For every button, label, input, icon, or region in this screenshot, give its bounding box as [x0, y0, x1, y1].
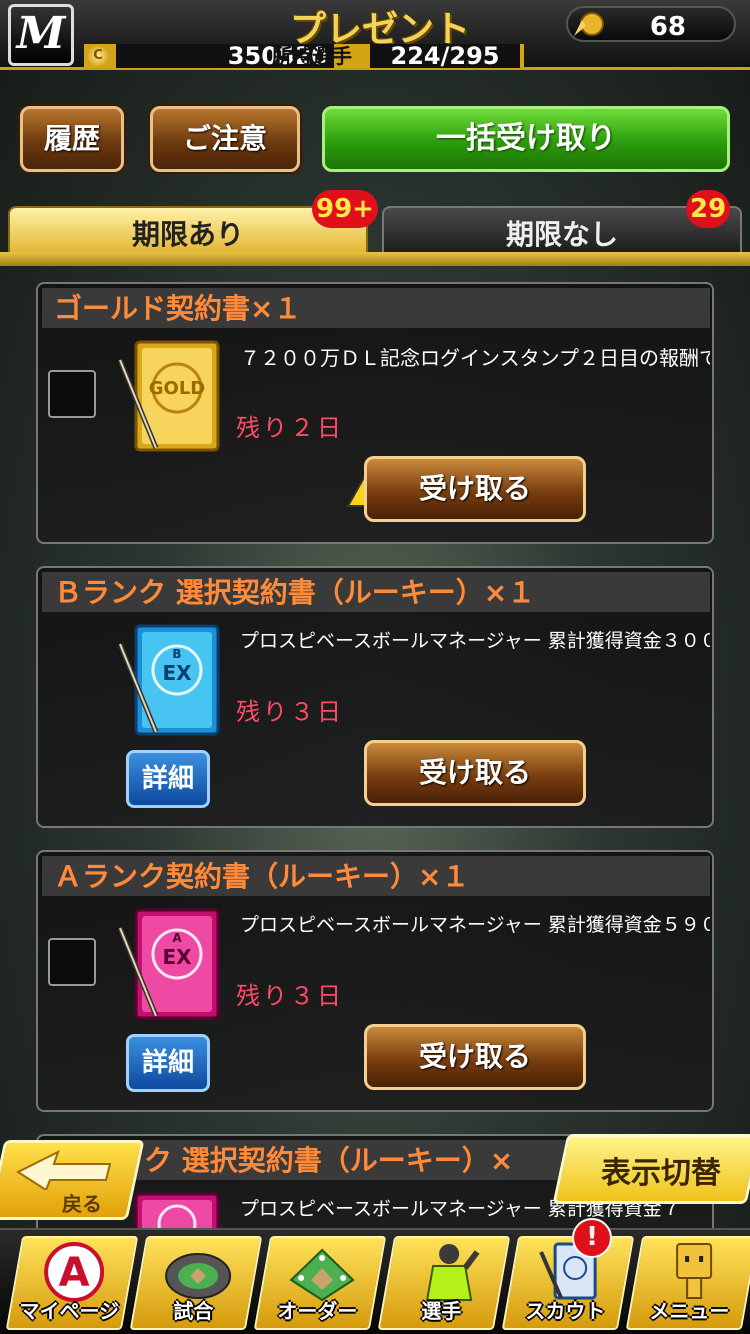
receive-button[interactable]: 受け取る: [364, 740, 586, 806]
player-icon: [425, 1244, 480, 1301]
receive-all-button[interactable]: 一括受け取り: [322, 106, 730, 172]
item-title: ゴールド契約書×１: [42, 288, 710, 328]
pink-contract-card-icon: A EX: [117, 908, 220, 1020]
item-description: ７２００万ＤＬ記念ログインスタンプ２日目の報酬です。: [240, 346, 710, 370]
receive-button[interactable]: 受け取る: [364, 456, 586, 522]
players-row: 所持選手 224/295: [84, 44, 524, 68]
display-toggle-label: 表示切替: [601, 1156, 721, 1191]
menu-figure-icon: [676, 1243, 713, 1299]
nav-label: 選手: [421, 1299, 462, 1323]
present-item: Ａランク契約書（ルーキー）×１ A EX プロスピベースボールマネージャー 累計…: [36, 850, 714, 1112]
header-bar: M プレゼント 68 C 350520 所持選手 224/295: [0, 0, 750, 70]
detail-button[interactable]: 詳細: [126, 1034, 210, 1092]
nav-label: 試合: [173, 1299, 214, 1323]
tab-underline: [0, 252, 750, 266]
field-icon: [289, 1248, 355, 1302]
nav-menu[interactable]: メニュー: [625, 1236, 750, 1330]
players-label: 所持選手: [272, 44, 352, 68]
item-remaining: 残り３日: [236, 698, 344, 726]
receive-button[interactable]: 受け取る: [364, 1024, 586, 1090]
nav-label: メニュー: [649, 1299, 730, 1323]
scout-alert-badge: !: [572, 1218, 612, 1258]
players-count: 224/295: [370, 44, 520, 68]
tab-badge-with-deadline: 99+: [312, 190, 378, 228]
detail-button[interactable]: 詳細: [126, 750, 210, 808]
gold-count: 68: [649, 12, 686, 42]
bottom-nav: A マイページ 試合 オーダー 選手 スカウト メニュー: [0, 1228, 750, 1334]
gold-ball-icon: [574, 12, 604, 36]
svg-text:A: A: [172, 931, 182, 945]
back-label: 戻る: [62, 1192, 102, 1216]
a-logo-icon: A: [44, 1242, 105, 1302]
item-checkbox[interactable]: [48, 370, 96, 418]
item-description: プロスピベースボールマネージャー 累計獲得資金３００００達成の報酬です。: [240, 630, 710, 652]
nav-match[interactable]: 試合: [129, 1236, 263, 1330]
back-arrow-icon: [15, 1150, 112, 1190]
item-description: プロスピベースボールマネージャー 累計獲得資金５９０００達成の報酬です。: [240, 914, 710, 936]
gold-contract-card-icon: GOLD: [117, 340, 220, 452]
svg-text:EX: EX: [162, 945, 192, 969]
page-title: プレゼント: [289, 9, 470, 50]
item-title: Ａランク契約書（ルーキー）×１: [42, 856, 710, 896]
nav-order[interactable]: オーダー: [253, 1236, 387, 1330]
gold-counter: 68: [566, 6, 736, 42]
svg-text:A: A: [59, 1250, 90, 1296]
present-item: Ｂランク 選択契約書（ルーキー）×１ B EX プロスピベースボールマネージャー…: [36, 566, 714, 828]
svg-text:GOLD: GOLD: [149, 378, 206, 399]
history-button[interactable]: 履歴: [20, 106, 124, 172]
item-checkbox[interactable]: [48, 938, 96, 986]
stadium-icon: [165, 1253, 232, 1299]
item-remaining: 残り３日: [236, 982, 344, 1010]
blue-contract-card-icon: B EX: [117, 624, 220, 736]
notice-button[interactable]: ご注意: [150, 106, 300, 172]
nav-players[interactable]: 選手: [377, 1236, 511, 1330]
nav-label: マイページ: [19, 1299, 120, 1323]
nav-label: オーダー: [277, 1299, 358, 1323]
tab-badge-no-deadline: 29: [686, 190, 731, 228]
nav-scout[interactable]: スカウト: [501, 1236, 635, 1330]
nav-label: スカウト: [525, 1299, 606, 1323]
item-remaining: 残り２日: [236, 414, 344, 442]
team-logo: M: [8, 4, 74, 66]
nav-mypage[interactable]: A マイページ: [5, 1236, 139, 1330]
item-title: Ｂランク 選択契約書（ルーキー）×１: [42, 572, 710, 612]
svg-text:B: B: [172, 647, 181, 661]
svg-text:EX: EX: [162, 661, 192, 685]
present-item: ゴールド契約書×１ GOLD ７２００万ＤＬ記念ログインスタンプ２日目の報酬です…: [36, 282, 714, 544]
